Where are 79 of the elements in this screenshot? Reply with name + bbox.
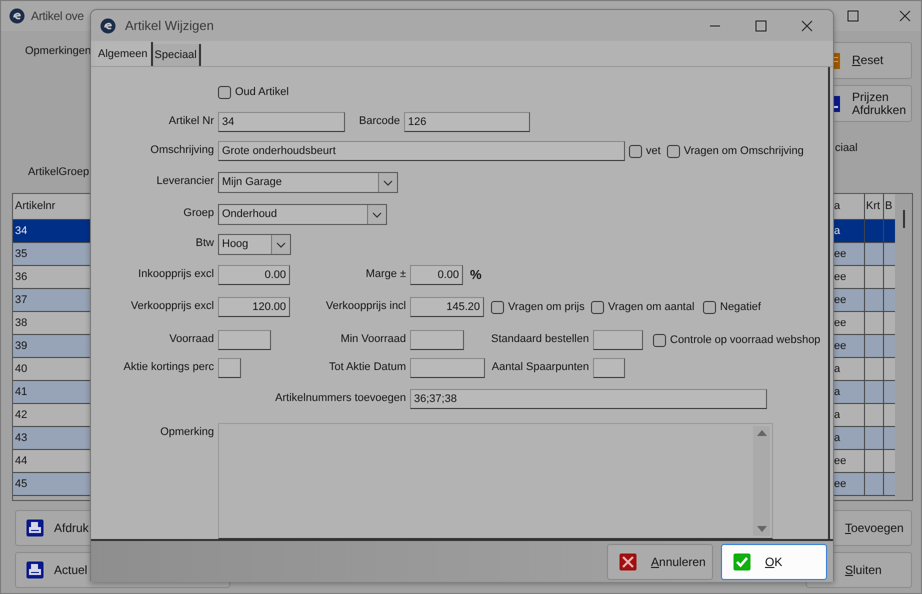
dialog-title: Artikel Wijzigen	[125, 16, 214, 35]
window-title: Artikel ove	[31, 8, 84, 25]
app-icon	[9, 8, 25, 24]
input-field[interactable]	[410, 330, 464, 350]
input-field[interactable]: 126	[404, 112, 530, 132]
unit-label: %	[470, 266, 482, 284]
field-label: Leverancier	[156, 174, 214, 189]
field-label: Groep	[183, 206, 214, 221]
column-header[interactable]: Krt	[865, 194, 884, 219]
close-icon	[801, 20, 813, 32]
dropdown[interactable]: Mijn Garage	[218, 172, 398, 193]
reset-button[interactable]: Reset	[832, 42, 912, 79]
maximize-icon	[755, 20, 767, 32]
dropdown[interactable]: Onderhoud	[218, 204, 387, 225]
maximize-icon	[847, 10, 859, 22]
field-label: Inkoopprijs excl	[138, 267, 214, 282]
checkbox[interactable]	[629, 144, 642, 158]
remark-field[interactable]	[218, 423, 773, 539]
checkbox[interactable]	[703, 300, 716, 314]
field-label: Omschrijving	[150, 143, 214, 158]
field-label: Standaard bestellen	[491, 332, 589, 347]
tab[interactable]: Algemeen	[95, 42, 153, 66]
cancel-button[interactable]: Annuleren	[607, 544, 713, 580]
checkbox-label: Vragen om aantal	[608, 300, 694, 315]
input-field[interactable]	[218, 330, 271, 350]
chevron-icon	[383, 180, 393, 186]
field-label: Artikelnummers toevoegen	[275, 391, 406, 406]
checkbox[interactable]	[591, 300, 604, 314]
field-label: Barcode	[359, 114, 400, 129]
checkbox-label: Negatief	[720, 300, 761, 315]
field-label: Artikel Nr	[168, 114, 214, 129]
checkbox-label: Vragen om prijs	[508, 300, 585, 315]
checkbox[interactable]	[218, 86, 231, 98]
input-field[interactable]: 145.20	[410, 297, 484, 317]
checkbox[interactable]	[666, 144, 680, 158]
checkbox-label: Controle op voorraad webshop	[670, 332, 820, 348]
input-field[interactable]: 34	[218, 112, 345, 132]
cross-icon	[619, 552, 637, 570]
input-field[interactable]	[593, 358, 625, 378]
chevron-icon	[372, 212, 382, 218]
checkbox[interactable]	[491, 300, 504, 314]
column-header[interactable]: B	[884, 194, 895, 219]
field-label: ciaal	[835, 141, 858, 156]
field-label: ArtikelGroep	[28, 164, 90, 180]
input-field[interactable]	[410, 358, 485, 378]
field-label: Tot Aktie Datum	[328, 360, 406, 375]
checkbox-label: vet	[646, 144, 661, 159]
input-field[interactable]	[593, 330, 643, 350]
field-label: Aktie kortings perc	[124, 360, 214, 375]
scroll-up-icon	[756, 430, 766, 436]
input-field[interactable]: 0.00	[410, 265, 463, 285]
input-field[interactable]	[218, 358, 241, 378]
checkbox[interactable]	[653, 334, 666, 346]
print-button[interactable]: Prijzen Afdrukken	[832, 85, 912, 122]
scroll-thumb[interactable]	[903, 210, 905, 228]
input-field[interactable]: Grote onderhoudsbeurt	[218, 141, 625, 161]
scrollbar[interactable]	[895, 194, 912, 500]
field-label: Opmerkingen	[25, 44, 92, 59]
ok-button[interactable]: OK	[721, 544, 827, 580]
scroll-down-icon	[756, 526, 766, 532]
input-field[interactable]: 36;37;38	[410, 389, 767, 409]
field-label: Voorraad	[169, 332, 214, 347]
tab[interactable]: Speciaal	[152, 44, 201, 66]
dropdown[interactable]: Hoog	[218, 234, 291, 255]
field-label: Min Voorraad	[340, 332, 406, 347]
field-label: Btw	[196, 236, 214, 251]
checkbox-label: Oud Artikel	[235, 84, 289, 100]
field-label: Verkoopprijs incl	[326, 299, 406, 314]
check-icon	[733, 552, 751, 570]
close-icon	[899, 10, 911, 22]
field-label: Aantal Spaarpunten	[492, 360, 589, 375]
checkbox-label: Vragen om Omschrijving	[684, 144, 804, 159]
field-label: Opmerking	[160, 425, 214, 440]
input-field[interactable]: 120.00	[218, 297, 290, 317]
app-icon	[100, 18, 116, 34]
input-field[interactable]: 0.00	[218, 265, 290, 285]
field-label: Marge ±	[366, 267, 406, 282]
field-label: Verkoopprijs excl	[130, 299, 214, 314]
chevron-icon	[276, 242, 286, 248]
